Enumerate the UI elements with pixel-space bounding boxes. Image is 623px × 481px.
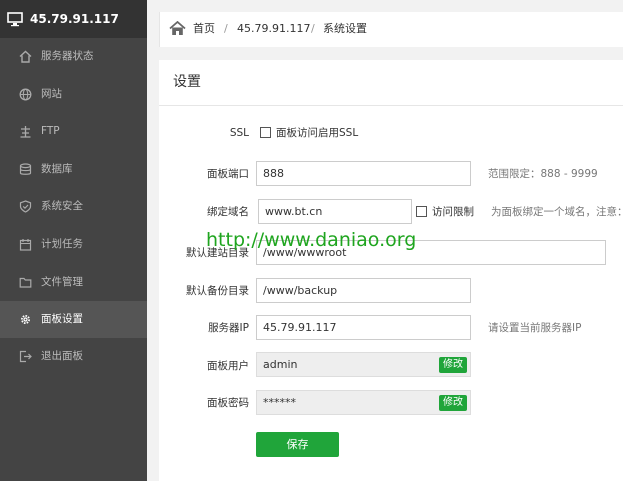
calendar-icon (19, 239, 32, 251)
globe-icon (19, 88, 32, 101)
sidebar-item-cron[interactable]: 计划任务 (0, 226, 147, 263)
backup-dir-label: 默认备份目录 (186, 285, 249, 297)
ssl-label: SSL (229, 127, 249, 139)
sidebar-item-logout[interactable]: 退出面板 (0, 338, 147, 375)
sidebar: 45.79.91.117 服务器状态 网站 FTP 数据库 系统安全 计划任务 … (0, 0, 147, 481)
sidebar-header: 45.79.91.117 (0, 0, 147, 38)
edit-password-button[interactable]: 修改 (439, 395, 467, 411)
sidebar-item-files[interactable]: 文件管理 (0, 264, 147, 301)
port-input[interactable]: 888 (256, 161, 471, 186)
server-ip-hint: 请设置当前服务器IP (488, 322, 582, 334)
domain-input[interactable]: www.bt.cn (258, 199, 412, 224)
sidebar-item-server-status[interactable]: 服务器状态 (0, 38, 147, 75)
page-title: 设置 (173, 74, 201, 90)
ftp-icon (20, 126, 31, 138)
edit-user-button[interactable]: 修改 (439, 357, 467, 373)
sidebar-item-label: 计划任务 (41, 238, 83, 250)
sidebar-item-website[interactable]: 网站 (0, 76, 147, 113)
shield-icon (19, 200, 32, 213)
sidebar-item-label: 文件管理 (41, 276, 83, 288)
settings-panel: 设置 SSL 面板访问启用SSL 面板端口 888 范围限定：888 - 999… (159, 60, 623, 481)
ssl-checkbox[interactable] (260, 127, 271, 138)
sidebar-item-label: 服务器状态 (41, 50, 94, 62)
sidebar-item-label: FTP (41, 125, 60, 137)
folder-icon (19, 277, 32, 288)
domain-label: 绑定域名 (207, 206, 249, 218)
sidebar-item-panel-settings[interactable]: 面板设置 (0, 301, 147, 338)
watermark-text: http://www.daniao.org (206, 229, 417, 251)
gear-icon (21, 315, 30, 324)
server-ip-label: 服务器IP (208, 322, 249, 334)
sidebar-server-ip: 45.79.91.117 (30, 12, 119, 26)
save-button[interactable]: 保存 (256, 432, 339, 457)
monitor-icon (7, 12, 23, 27)
sidebar-item-label: 系统安全 (41, 200, 83, 212)
port-label: 面板端口 (207, 168, 249, 180)
breadcrumb-home-link[interactable]: 首页 (193, 22, 215, 36)
sidebar-item-label: 退出面板 (41, 350, 83, 362)
server-ip-input[interactable]: 45.79.91.117 (256, 315, 471, 340)
backup-dir-input[interactable]: /www/backup (256, 278, 471, 303)
sidebar-item-label: 面板设置 (41, 313, 83, 325)
sidebar-item-security[interactable]: 系统安全 (0, 188, 147, 225)
database-icon (19, 163, 32, 175)
home-icon[interactable] (169, 21, 186, 36)
breadcrumb-separator: / (224, 22, 228, 35)
sidebar-item-ftp[interactable]: FTP (0, 113, 147, 150)
home-icon (19, 50, 32, 63)
sidebar-item-label: 网站 (41, 88, 62, 100)
content-gutter (147, 0, 159, 481)
divider (159, 105, 623, 106)
sidebar-item-label: 数据库 (41, 163, 73, 175)
ssl-checkbox-label: 面板访问启用SSL (276, 127, 359, 139)
breadcrumb-current: 系统设置 (323, 22, 367, 35)
port-hint: 范围限定：888 - 9999 (488, 168, 598, 180)
breadcrumb-separator: / (311, 22, 315, 35)
sidebar-item-database[interactable]: 数据库 (0, 151, 147, 188)
domain-hint: 为面板绑定一个域名，注意： (491, 206, 623, 218)
panel-user-label: 面板用户 (207, 360, 249, 372)
access-limit-label: 访问限制 (432, 206, 474, 218)
breadcrumb: 首页 / 45.79.91.117 / 系统设置 (159, 12, 623, 47)
breadcrumb-server-link[interactable]: 45.79.91.117 (237, 22, 310, 36)
access-limit-checkbox[interactable] (416, 206, 427, 217)
logout-icon (19, 350, 32, 363)
panel-password-label: 面板密码 (207, 397, 249, 409)
